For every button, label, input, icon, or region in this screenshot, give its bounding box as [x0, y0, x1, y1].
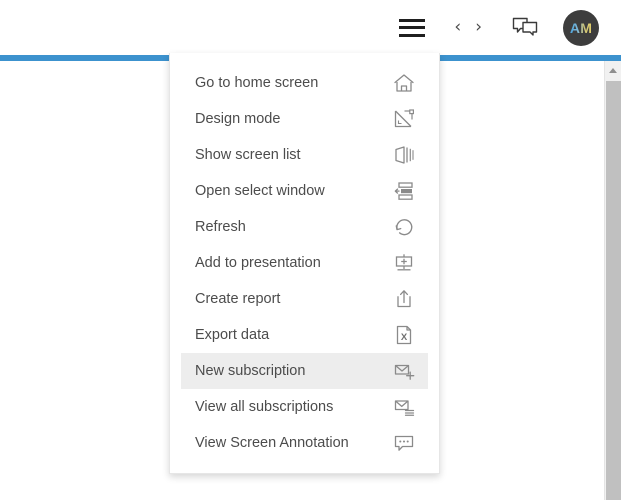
chat-button[interactable] [509, 12, 541, 44]
add-presentation-icon [392, 251, 416, 275]
hamburger-icon [399, 18, 426, 37]
menu-item-label: New subscription [195, 363, 306, 379]
all-subscriptions-icon [392, 395, 416, 419]
scrollbar-thumb[interactable] [606, 81, 621, 500]
home-icon [392, 71, 416, 95]
new-subscription-icon [392, 359, 416, 383]
menu-item-label: Show screen list [195, 147, 301, 163]
svg-text:X: X [401, 332, 408, 343]
app-header: ‹ › AM [0, 0, 621, 55]
export-data-icon: X [392, 323, 416, 347]
select-window-icon [392, 179, 416, 203]
annotation-icon [392, 431, 416, 455]
menu-item-label: View Screen Annotation [195, 435, 349, 451]
vertical-scrollbar[interactable] [604, 61, 621, 500]
menu-item-label: Design mode [195, 111, 281, 127]
main-dropdown-menu: Go to home screen Design mode Show scree… [169, 53, 440, 474]
menu-item-go-to-home-screen[interactable]: Go to home screen [181, 65, 428, 101]
menu-item-label: View all subscriptions [195, 399, 334, 415]
menu-item-open-select-window[interactable]: Open select window [181, 173, 428, 209]
menu-item-label: Go to home screen [195, 75, 319, 91]
nav-back-icon[interactable]: ‹ [447, 19, 468, 36]
menu-item-show-screen-list[interactable]: Show screen list [181, 137, 428, 173]
menu-item-view-all-subscriptions[interactable]: View all subscriptions [181, 389, 428, 425]
menu-item-create-report[interactable]: Create report [181, 281, 428, 317]
avatar-initials: AM [569, 19, 593, 36]
menu-item-view-screen-annotation[interactable]: View Screen Annotation [181, 425, 428, 461]
menu-item-export-data[interactable]: Export data X [181, 317, 428, 353]
user-avatar[interactable]: AM [563, 9, 599, 46]
refresh-icon [392, 215, 416, 239]
screen-list-icon [392, 143, 416, 167]
design-mode-icon [392, 107, 416, 131]
create-report-icon [392, 287, 416, 311]
menu-item-new-subscription[interactable]: New subscription [181, 353, 428, 389]
nav-forward-icon[interactable]: › [468, 19, 489, 36]
menu-item-label: Export data [195, 327, 270, 343]
menu-item-label: Open select window [195, 183, 325, 199]
navigation-arrows: ‹ › [447, 19, 489, 36]
menu-item-label: Add to presentation [195, 255, 321, 271]
menu-item-refresh[interactable]: Refresh [181, 209, 428, 245]
menu-item-label: Create report [195, 291, 281, 307]
chat-bubbles-icon [512, 17, 538, 36]
hamburger-menu-button[interactable] [395, 13, 429, 43]
menu-item-design-mode[interactable]: Design mode [181, 101, 428, 137]
menu-item-label: Refresh [195, 219, 246, 235]
scroll-up-arrow-icon[interactable] [605, 61, 621, 79]
menu-item-add-to-presentation[interactable]: Add to presentation [181, 245, 428, 281]
